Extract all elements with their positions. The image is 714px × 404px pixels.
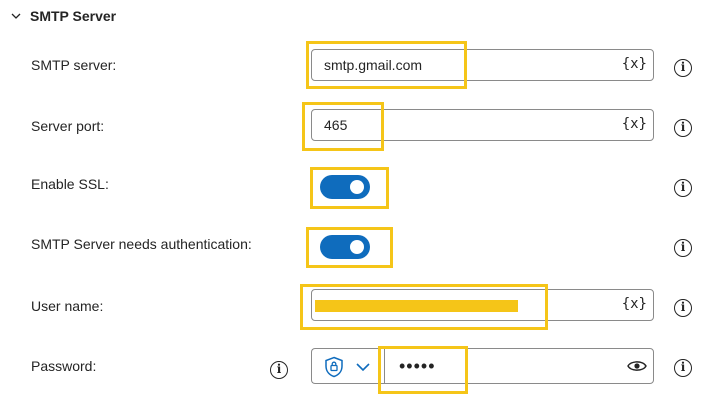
shield-lock-icon (325, 356, 343, 378)
server-port-variable-button[interactable]: {x} (622, 110, 647, 138)
password-info-icon[interactable]: i (674, 359, 692, 377)
needs-auth-label: SMTP Server needs authentication: (31, 236, 252, 252)
enable-ssl-toggle[interactable] (320, 175, 370, 199)
needs-auth-info-icon[interactable]: i (674, 239, 692, 257)
server-port-input[interactable]: 465 {x} (311, 109, 654, 141)
chevron-down-icon (11, 13, 21, 19)
password-input[interactable]: ••••• (384, 348, 654, 384)
smtp-server-variable-button[interactable]: {x} (622, 50, 647, 78)
server-port-label: Server port: (31, 118, 105, 134)
smtp-server-value: smtp.gmail.com (324, 57, 423, 73)
user-name-variable-button[interactable]: {x} (622, 290, 647, 318)
server-port-value: 465 (324, 117, 348, 133)
redaction-bar (315, 300, 518, 312)
enable-ssl-info-icon[interactable]: i (674, 179, 692, 197)
server-port-info-icon[interactable]: i (674, 119, 692, 137)
password-label-info-icon[interactable]: i (270, 361, 288, 379)
chevron-down-icon (356, 363, 370, 372)
password-mode-dropdown[interactable] (311, 348, 385, 384)
smtp-server-info-icon[interactable]: i (674, 59, 692, 77)
section-title: SMTP Server (30, 8, 117, 24)
enable-ssl-label: Enable SSL: (31, 176, 109, 192)
eye-icon[interactable] (627, 359, 647, 373)
smtp-server-input[interactable]: smtp.gmail.com {x} (311, 49, 654, 81)
toggle-knob (350, 240, 364, 254)
needs-auth-toggle[interactable] (320, 235, 370, 259)
user-name-label: User name: (31, 298, 104, 314)
smtp-server-label: SMTP server: (31, 57, 117, 73)
user-name-info-icon[interactable]: i (674, 299, 692, 317)
section-header-smtp[interactable]: SMTP Server (10, 2, 116, 30)
password-label: Password: (31, 358, 97, 374)
toggle-knob (350, 180, 364, 194)
password-masked-value: ••••• (399, 356, 436, 376)
